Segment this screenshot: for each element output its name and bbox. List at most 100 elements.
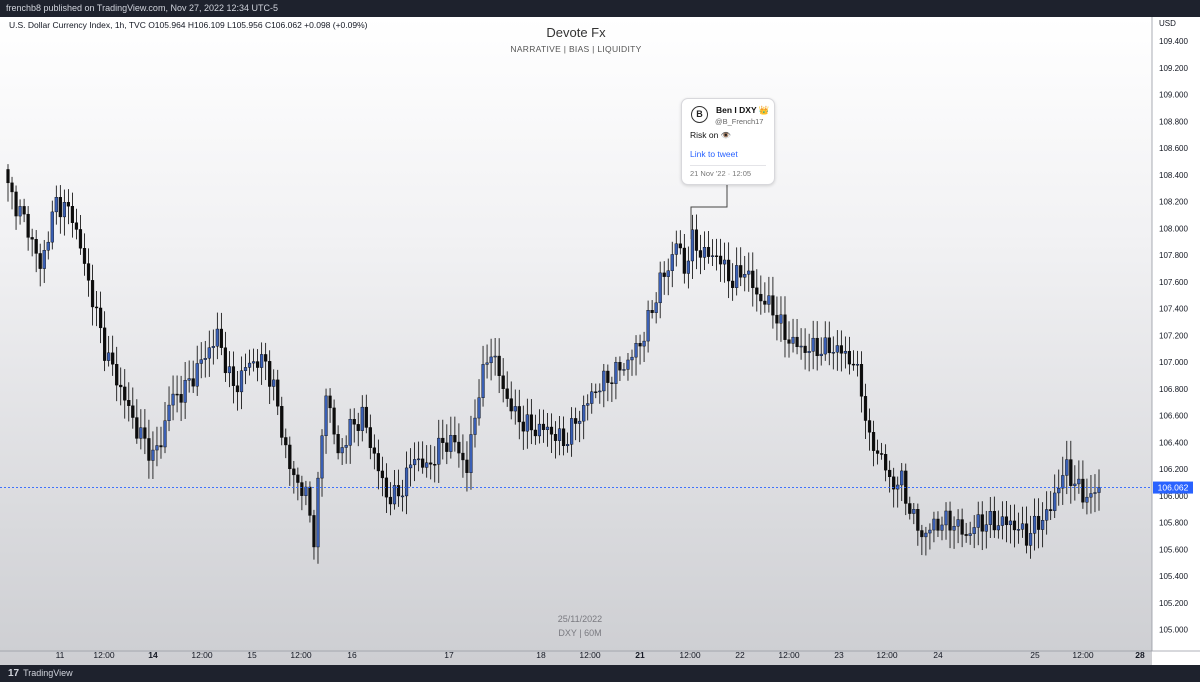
candle-body xyxy=(288,444,292,470)
candle-body xyxy=(525,414,529,432)
candle-body xyxy=(70,206,75,223)
candle-body xyxy=(413,459,417,466)
candle-body xyxy=(650,310,654,313)
candle-body xyxy=(682,247,686,274)
candle-body xyxy=(912,509,916,514)
y-tick-label: 106.600 xyxy=(1159,412,1188,421)
tweet-card[interactable]: B Ben I DXY 👑 @B_French17 Risk on 👁️ Lin… xyxy=(681,98,775,185)
candle-body xyxy=(739,265,743,278)
candle-body xyxy=(1016,529,1021,531)
candle-body xyxy=(791,336,795,344)
candle-body xyxy=(795,336,799,348)
candle-body xyxy=(320,435,324,479)
candle-body xyxy=(107,352,111,361)
candle-body xyxy=(783,314,787,340)
candle-body xyxy=(356,424,360,431)
candle-body xyxy=(972,527,976,534)
candlestick-chart[interactable]: 109.400 109.200 109.000 108.800 108.600 108.4… xyxy=(0,17,1200,665)
candle-body xyxy=(147,438,151,461)
candle-body xyxy=(1077,478,1081,485)
x-tick-label: 14 xyxy=(148,650,158,660)
x-tick-label: 21 xyxy=(635,650,645,660)
candle-body xyxy=(404,467,409,497)
tweet-date: 21 Nov '22 · 12:05 xyxy=(690,169,752,178)
candle-body xyxy=(441,437,445,443)
candle-body xyxy=(316,477,320,548)
tweet-avatar: B xyxy=(691,106,708,123)
candle-body xyxy=(541,423,546,430)
x-tick-label: 12:00 xyxy=(93,650,115,660)
candle-body xyxy=(304,486,308,496)
candle-body xyxy=(666,270,670,277)
candle-body xyxy=(606,370,610,383)
candle-body xyxy=(888,469,892,478)
chart-area[interactable]: 109.400 109.200 109.000 108.800 108.600 108.4… xyxy=(0,17,1200,665)
x-tick-label: 12:00 xyxy=(191,650,213,660)
candle-body xyxy=(1008,520,1013,526)
candle-body xyxy=(1093,492,1097,494)
candle-body xyxy=(268,361,272,387)
candle-body xyxy=(308,486,312,516)
candle-body xyxy=(944,510,948,526)
candle-body xyxy=(992,511,996,531)
candle-body xyxy=(207,347,211,359)
x-tick-label: 15 xyxy=(247,650,257,660)
x-tick-label: 12:00 xyxy=(778,650,800,660)
candle-body xyxy=(231,366,236,386)
tweet-author: Ben I DXY 👑 xyxy=(716,105,770,115)
candle-body xyxy=(445,442,449,452)
candle-body xyxy=(694,229,699,251)
candle-body xyxy=(1037,515,1041,530)
candle-body xyxy=(376,453,380,472)
candle-body xyxy=(714,255,719,257)
candle-body xyxy=(908,503,912,514)
candle-body xyxy=(280,406,284,438)
candle-body xyxy=(976,514,980,528)
candle-body xyxy=(1057,487,1061,494)
candle-body xyxy=(855,364,860,366)
x-tick-label: 25 xyxy=(1030,650,1040,660)
y-tick-label: 105.000 xyxy=(1159,626,1188,635)
candle-body xyxy=(396,485,401,497)
price-axis xyxy=(1152,17,1200,665)
candle-body xyxy=(1081,478,1085,503)
x-tick-label: 12:00 xyxy=(579,650,601,660)
candle-body xyxy=(493,355,497,358)
candle-body xyxy=(843,350,847,354)
candle-body xyxy=(421,458,425,468)
candle-body xyxy=(74,222,79,230)
candle-body xyxy=(183,380,187,403)
candle-body xyxy=(119,384,123,388)
y-tick-label: 109.000 xyxy=(1159,91,1188,100)
candle-body xyxy=(718,255,723,265)
candle-body xyxy=(557,428,562,441)
y-tick-label: 109.200 xyxy=(1159,64,1188,73)
x-tick-label: 12:00 xyxy=(290,650,312,660)
candle-body xyxy=(634,343,638,358)
candle-body xyxy=(481,364,485,398)
candle-body xyxy=(759,293,763,302)
candle-body xyxy=(598,390,602,393)
candle-body xyxy=(191,378,195,387)
candle-body xyxy=(111,352,115,365)
candle-body xyxy=(388,496,393,505)
candle-body xyxy=(727,259,731,282)
candle-body xyxy=(163,420,167,448)
candle-body xyxy=(211,346,215,348)
candle-body xyxy=(960,519,964,535)
candle-body xyxy=(264,354,268,362)
candle-body xyxy=(996,525,1000,531)
tweet-link[interactable]: Link to tweet xyxy=(690,149,738,159)
x-tick-label: 23 xyxy=(834,650,844,660)
y-tick-label: 106.400 xyxy=(1159,438,1188,447)
x-tick-label: 17 xyxy=(444,650,454,660)
candle-body xyxy=(827,337,831,354)
candle-body xyxy=(256,361,260,368)
candle-body xyxy=(453,435,457,443)
candle-body xyxy=(18,206,22,217)
candle-body xyxy=(437,437,441,465)
y-tick-label: 107.200 xyxy=(1159,331,1188,340)
candle-body xyxy=(425,462,429,468)
candle-body xyxy=(227,366,232,374)
candle-body xyxy=(332,407,336,435)
